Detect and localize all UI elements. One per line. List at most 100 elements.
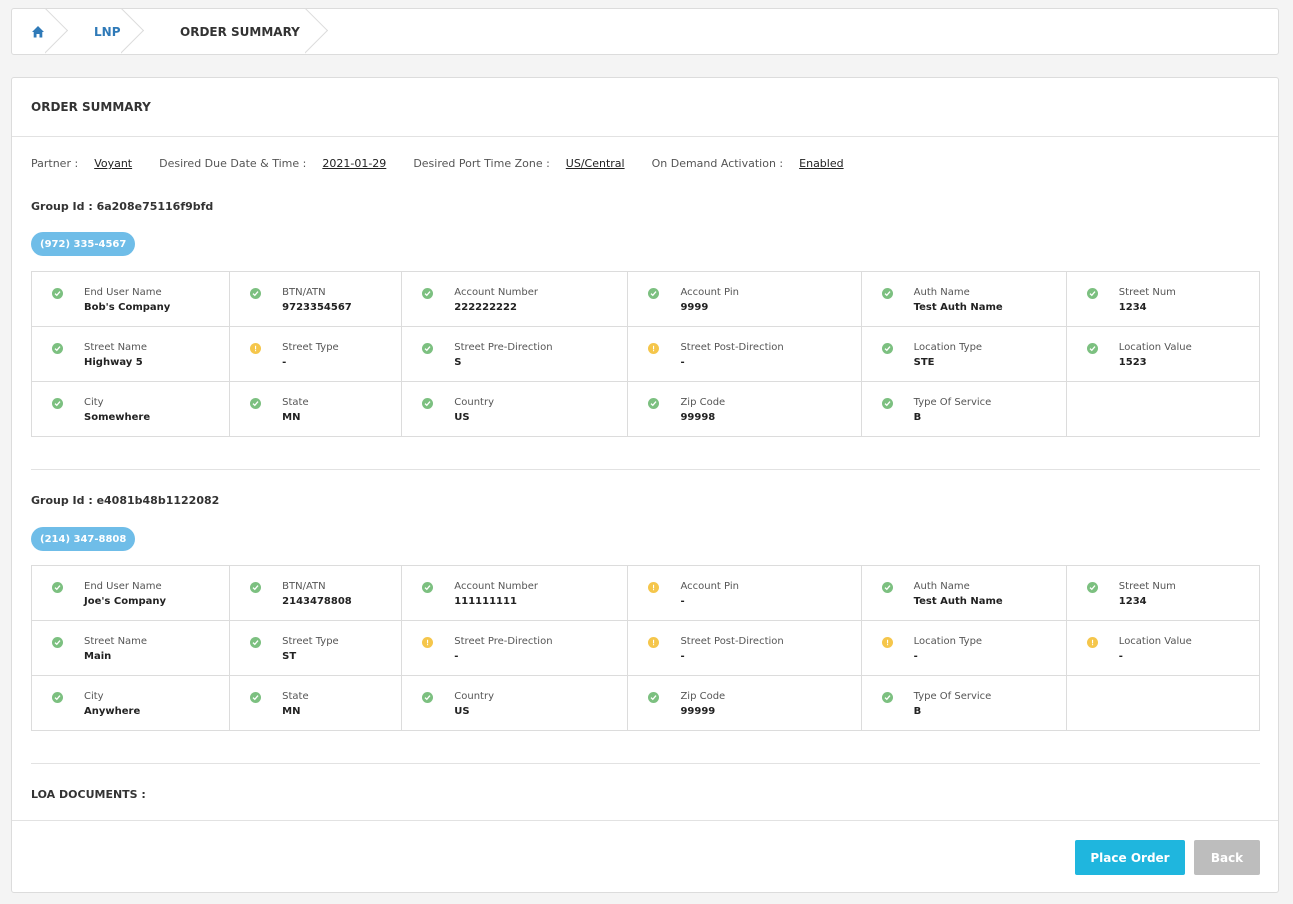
check-circle-icon [52, 343, 63, 354]
field-cell: Street Type ST [229, 620, 403, 676]
field-label: Auth Name [913, 581, 970, 592]
check-circle-icon [422, 582, 434, 593]
field-label: Country [454, 691, 495, 702]
check-circle-icon [422, 398, 434, 409]
phone-badge[interactable]: (972) 335-4567 [31, 232, 136, 256]
field: City Somewhere [84, 396, 150, 425]
field-value: 99998 [680, 412, 716, 423]
field: End User Name Bob's Company [84, 286, 170, 315]
field-content: Zip Code 99998 [628, 396, 860, 425]
field-row: City Somewhere State MN Country US Zip Code 999… [30, 381, 1261, 437]
partner-label: Partner : [31, 157, 79, 170]
field-label: Street Pre-Direction [454, 636, 553, 647]
field-label: Country [454, 397, 495, 408]
check-circle-icon [422, 288, 434, 299]
group-fields-table: End User Name Bob's Company BTN/ATN 9723354… [30, 271, 1261, 437]
field-cell: End User Name Joe's Company [30, 565, 231, 621]
field: Location Value - [1119, 635, 1192, 664]
field-content: Account Number 111111111 [402, 580, 627, 609]
field-value: Highway 5 [84, 357, 143, 368]
order-summary-panel: ORDER SUMMARY Partner : Voyant Desired D… [11, 77, 1279, 893]
check-circle-icon [881, 692, 893, 703]
field: Auth Name Test Auth Name [914, 580, 1003, 609]
due-date-label: Desired Due Date & Time : [159, 157, 307, 170]
field-cell: Location Value - [1065, 620, 1261, 676]
field: Street Pre-Direction - [454, 635, 552, 664]
field: City Anywhere [84, 690, 140, 719]
field: State MN [282, 690, 308, 719]
port-timezone-value[interactable]: US/Central [566, 157, 625, 170]
field-label: Street Type [282, 342, 339, 353]
field-content: End User Name Joe's Company [32, 580, 229, 609]
field-content: City Anywhere [32, 690, 229, 719]
field-content: Location Value 1523 [1067, 341, 1259, 370]
field-content: Account Pin - [628, 580, 860, 609]
field: BTN/ATN 9723354567 [282, 286, 352, 315]
group-id: Group Id : e4081b48b1122082 [31, 494, 220, 507]
check-circle-icon [250, 288, 262, 299]
field-label: BTN/ATN [282, 287, 326, 298]
field-value: - [454, 651, 459, 662]
field-value: Main [84, 651, 112, 662]
field: Street Name Main [84, 635, 147, 664]
breadcrumb-separator [45, 9, 69, 54]
back-button[interactable]: Back [1194, 840, 1260, 875]
field-cell: Type Of Service B [860, 675, 1067, 731]
due-date-value[interactable]: 2021-01-29 [322, 157, 386, 170]
field-cell: State MN [229, 675, 403, 731]
field-cell: Location Type - [860, 620, 1067, 676]
field-label: Street Name [84, 342, 148, 353]
field-value: - [1118, 651, 1123, 662]
check-circle-icon [250, 692, 262, 703]
on-demand-value[interactable]: Enabled [799, 157, 843, 170]
field-label: Location Type [913, 636, 983, 647]
field-content: Street Num 1234 [1067, 286, 1259, 315]
field-label: End User Name [84, 287, 162, 298]
breadcrumb-home[interactable] [12, 9, 68, 54]
port-timezone-label: Desired Port Time Zone : [413, 157, 550, 170]
field-cell: Account Number 222222222 [401, 271, 629, 327]
field-label: Street Pre-Direction [454, 342, 553, 353]
field-content: Auth Name Test Auth Name [862, 286, 1066, 315]
field-value: 9999 [680, 302, 709, 313]
field: State MN [282, 396, 308, 425]
breadcrumb-item-lnp[interactable]: LNP [68, 9, 144, 54]
field-value: 2143478808 [282, 596, 352, 607]
field-cell: BTN/ATN 9723354567 [229, 271, 403, 327]
place-order-button[interactable]: Place Order [1075, 840, 1185, 875]
field: Zip Code 99999 [680, 690, 725, 719]
field-value: STE [913, 357, 935, 368]
partner-value[interactable]: Voyant [94, 157, 132, 170]
warning-circle-icon [648, 343, 660, 354]
field-label: Street Num [1118, 287, 1176, 298]
breadcrumb: LNP ORDER SUMMARY [11, 8, 1279, 55]
check-circle-icon [648, 288, 660, 299]
field-content: Location Value - [1067, 635, 1259, 664]
field-cell: Street Num 1234 [1065, 271, 1261, 327]
order-meta: Partner : Voyant Desired Due Date & Time… [31, 157, 871, 170]
check-circle-icon [881, 343, 893, 354]
field-label: End User Name [84, 581, 162, 592]
field-content: BTN/ATN 9723354567 [230, 286, 401, 315]
group-fields-table: End User Name Joe's Company BTN/ATN 2143478… [30, 565, 1261, 731]
check-circle-icon [250, 398, 262, 409]
field-row: Street Name Main Street Type ST Street Pre-D… [30, 620, 1261, 676]
field-value: B [913, 412, 922, 423]
field-content: Street Num 1234 [1067, 580, 1259, 609]
field: Street Name Highway 5 [84, 341, 147, 370]
field-content: City Somewhere [32, 396, 229, 425]
field-label: Street Name [84, 636, 148, 647]
field-label: Account Number [454, 581, 539, 592]
field: Street Post-Direction - [680, 341, 783, 370]
field-content: State MN [230, 690, 401, 719]
check-circle-icon [52, 288, 63, 299]
breadcrumb-current-label: ORDER SUMMARY [180, 24, 300, 39]
field-cell: Account Number 111111111 [401, 565, 629, 621]
field-label: Account Pin [680, 581, 739, 592]
phone-badge[interactable]: (214) 347-8808 [31, 527, 136, 551]
field-value: - [680, 357, 685, 368]
check-circle-icon [52, 582, 63, 593]
field-row: Street Name Highway 5 Street Type - Street P… [30, 326, 1261, 382]
field-value: 222222222 [454, 302, 517, 313]
check-circle-icon [648, 692, 660, 703]
